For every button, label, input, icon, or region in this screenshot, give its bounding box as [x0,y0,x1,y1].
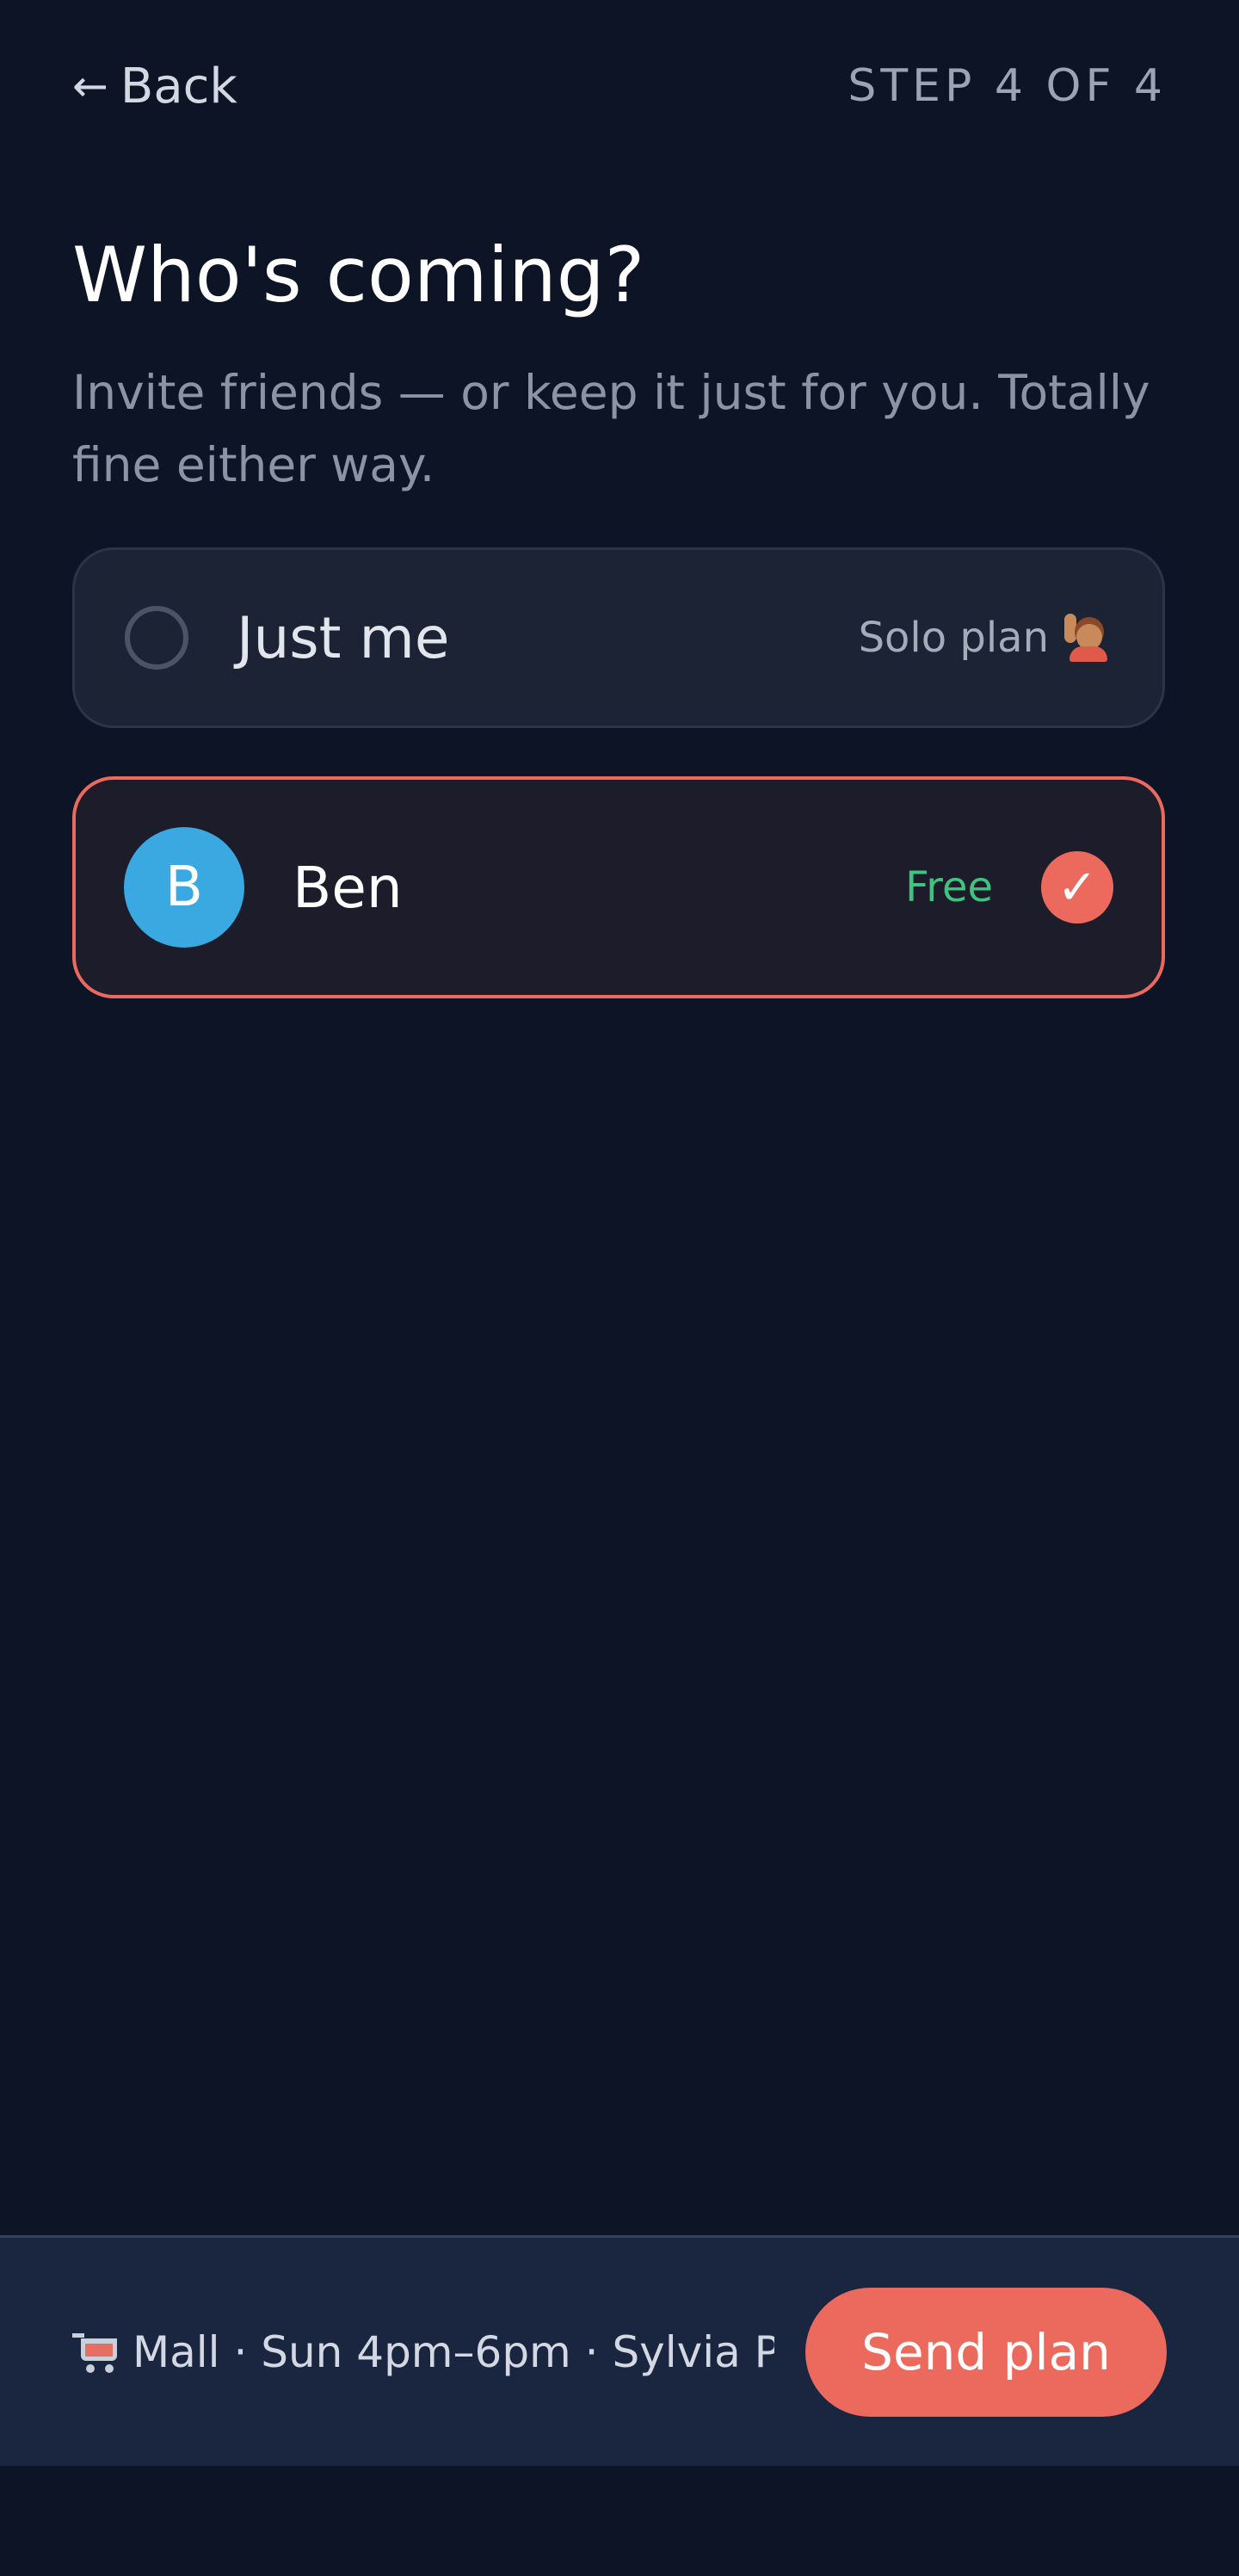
just-me-option[interactable]: Just me Solo plan [72,547,1165,728]
page-subtitle: Invite friends — or keep it just for you… [72,365,1150,492]
raising-hand-icon [1064,614,1113,662]
avatar: B [124,827,244,948]
arrow-left-icon: ← [72,61,108,111]
plan-summary-text: Mall · Sun 4pm–6pm · Sylvia Par... [133,2326,774,2377]
back-button[interactable]: ← Back [72,59,237,114]
send-plan-button[interactable]: Send plan [805,2287,1167,2417]
step-indicator: STEP 4 OF 4 [848,60,1167,112]
friend-name: Ben [293,854,403,921]
top-bar: ← Back STEP 4 OF 4 [72,52,1167,120]
shopping-cart-icon [72,2332,120,2373]
solo-plan-tag: Solo plan [859,614,1113,662]
page-title: Who's coming? [72,231,645,319]
bottom-bar: Mall · Sun 4pm–6pm · Sylvia Par... Send … [0,2235,1239,2466]
back-label: Back [120,58,237,114]
just-me-label: Just me [237,604,450,671]
checkmark-icon[interactable]: ✓ [1041,851,1113,924]
free-badge: Free [905,863,993,911]
solo-plan-label: Solo plan [858,614,1049,662]
plan-summary: Mall · Sun 4pm–6pm · Sylvia Par... [72,2327,774,2377]
radio-unselected-icon[interactable] [125,606,188,670]
friend-option-ben[interactable]: B Ben Free ✓ [72,776,1165,998]
